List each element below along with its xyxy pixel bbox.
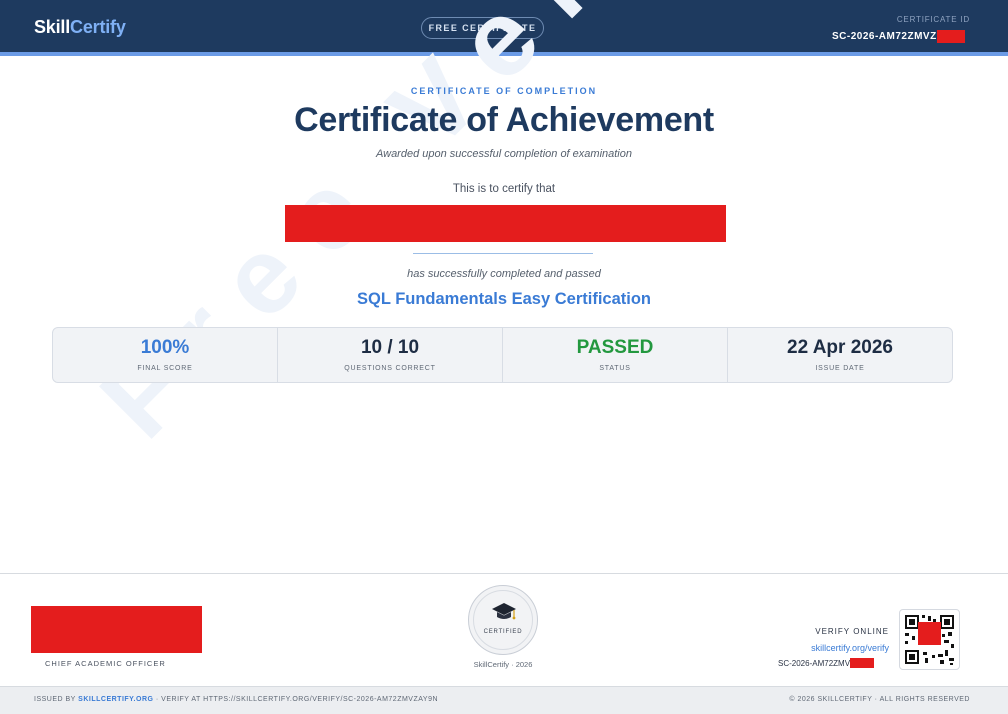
issued-by-text: ISSUED BY SKILLCERTIFY.ORG · VERIFY AT H…	[34, 696, 438, 703]
logo-text-certify: Certify	[70, 17, 126, 37]
verify-certificate-id: SC-2026-AM72ZMV	[778, 658, 875, 668]
issuer-link[interactable]: SKILLCERTIFY.ORG	[78, 696, 153, 703]
recipient-name-redaction	[285, 205, 726, 242]
qr-code-icon	[905, 615, 954, 665]
qr-redaction	[918, 622, 941, 645]
certificate-id-text: SC-2026-AM72ZMVZ	[832, 31, 937, 42]
certificate-id-redaction	[936, 30, 965, 43]
name-underline	[413, 253, 593, 254]
status-value: PASSED	[576, 337, 654, 358]
final-score-label: FINAL SCORE	[137, 365, 193, 372]
graduation-cap-icon	[492, 603, 516, 620]
signature-redaction	[31, 606, 202, 653]
results-summary: 100% FINAL SCORE 10 / 10 QUESTIONS CORRE…	[52, 327, 953, 383]
final-score-value: 100%	[140, 337, 190, 358]
certificate-id-value: SC-2026-AM72ZMVZ	[832, 30, 965, 43]
issue-date-value: 22 Apr 2026	[787, 337, 893, 358]
logo-text-skill: Skill	[34, 17, 71, 37]
footer-divider	[0, 573, 1008, 574]
bottom-bar: ISSUED BY SKILLCERTIFY.ORG · VERIFY AT H…	[0, 686, 1008, 714]
qr-code[interactable]	[899, 609, 960, 670]
certified-seal: CERTIFIED	[468, 585, 538, 655]
certificate-title: Certificate of Achievement	[294, 101, 714, 139]
stat-final-score: 100% FINAL SCORE	[53, 328, 278, 382]
copyright-text: © 2026 SKILLCERTIFY · ALL RIGHTS RESERVE…	[789, 696, 970, 703]
status-label: STATUS	[599, 365, 631, 372]
stat-status: PASSED STATUS	[503, 328, 728, 382]
stat-issue-date: 22 Apr 2026 ISSUE DATE	[728, 328, 952, 382]
course-name: SQL Fundamentals Easy Certification	[356, 290, 652, 308]
certify-text: This is to certify that	[452, 183, 556, 195]
certificate-subtitle: Awarded upon successful completion of ex…	[375, 148, 632, 160]
verify-link[interactable]: skillcertify.org/verify	[811, 643, 889, 653]
verify-url-text: · VERIFY AT HTTPS://SKILLCERTIFY.ORG/VER…	[153, 696, 439, 703]
questions-correct-value: 10 / 10	[360, 337, 420, 358]
brand-logo: SkillCertify	[34, 17, 126, 38]
questions-correct-label: QUESTIONS CORRECT	[344, 365, 436, 372]
verify-id-redaction	[850, 658, 875, 668]
seal-text: CERTIFIED	[483, 629, 523, 635]
verify-id-text: SC-2026-AM72ZMV	[778, 658, 851, 668]
issued-by-prefix: ISSUED BY	[34, 696, 79, 703]
issue-date-label: ISSUE DATE	[815, 365, 865, 372]
signature-title: CHIEF ACADEMIC OFFICER	[45, 659, 166, 668]
seal-caption: SkillCertify · 2026	[473, 660, 533, 669]
certificate-kicker: CERTIFICATE OF COMPLETION	[410, 86, 598, 96]
verify-online-label: VERIFY ONLINE	[815, 627, 889, 636]
certificate-id-label: CERTIFICATE ID	[896, 15, 970, 24]
completed-text: has successfully completed and passed	[407, 268, 601, 280]
stat-questions-correct: 10 / 10 QUESTIONS CORRECT	[278, 328, 503, 382]
